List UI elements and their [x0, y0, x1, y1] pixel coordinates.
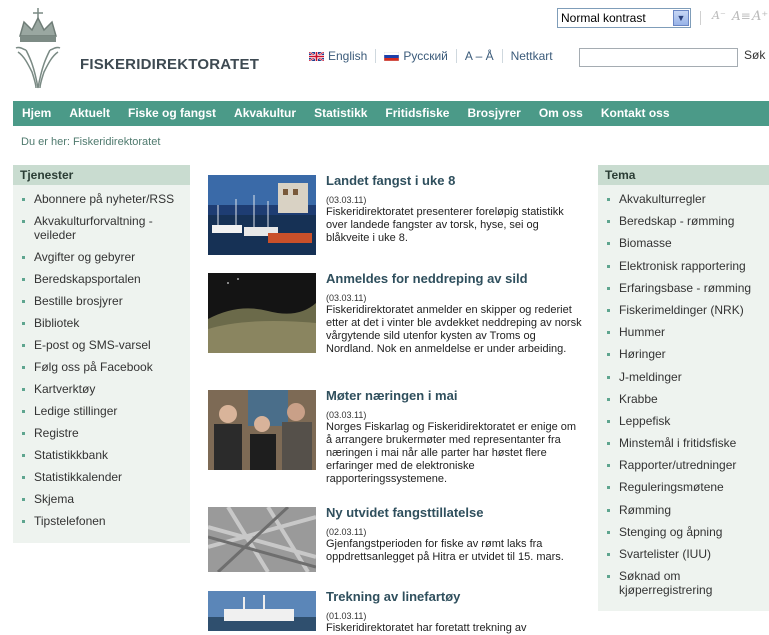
list-item[interactable]: Erfaringsbase - rømming	[598, 281, 769, 295]
list-item[interactable]: Søknad om	[598, 569, 769, 583]
list-item[interactable]: Reguleringsmøtene	[598, 480, 769, 494]
divider	[700, 11, 701, 25]
list-item[interactable]: Følg oss på Facebook	[13, 360, 190, 374]
top-links: English Русский A – Å Nettkart	[301, 49, 561, 63]
decrease-font-button[interactable]: A⁻	[712, 9, 726, 22]
news-item: Anmeldes for neddreping av sild (03.03.1…	[208, 271, 582, 383]
news-date: (02.03.11)	[326, 527, 367, 537]
news-body: Fiskeridirektoratet har foretatt treknin…	[326, 622, 527, 634]
news-title[interactable]: Ny utvidet fangsttillatelse	[326, 505, 483, 520]
news-title[interactable]: Møter næringen i mai	[326, 388, 457, 403]
search-input[interactable]	[579, 48, 738, 67]
list-item[interactable]: Minstemål i fritidsfiske	[598, 436, 769, 450]
list-item[interactable]: Registre	[13, 426, 190, 440]
news-date: (03.03.11)	[326, 195, 367, 205]
list-item[interactable]: J-meldinger	[598, 370, 769, 384]
normal-font-button[interactable]: A≡	[732, 9, 751, 23]
nav-item-hjem[interactable]: Hjem	[13, 101, 60, 126]
list-item[interactable]: Rømming	[598, 503, 769, 517]
news-image-harbor[interactable]	[208, 175, 316, 255]
news-item: Landet fangst i uke 8 (03.03.11) Fiskeri…	[208, 173, 578, 265]
list-item[interactable]: Statistikkbank	[13, 448, 190, 462]
russian-label: Русский	[403, 49, 448, 63]
news-image-people[interactable]	[208, 390, 316, 470]
uk-flag-icon	[309, 52, 324, 62]
tema-heading: Tema	[598, 165, 769, 185]
english-link[interactable]: English	[301, 49, 377, 63]
russian-link[interactable]: Русский	[376, 49, 457, 63]
list-item[interactable]: Akvakulturregler	[598, 192, 769, 206]
tjenester-heading: Tjenester	[13, 165, 190, 185]
breadcrumb: Du er her: Fiskeridirektoratet	[21, 136, 161, 148]
search-button[interactable]: Søk	[744, 48, 765, 62]
news-title[interactable]: Trekning av linefartøy	[326, 589, 460, 604]
list-item[interactable]: Bibliotek	[13, 316, 190, 330]
nav-item-kontakt-oss[interactable]: Kontakt oss	[592, 101, 679, 126]
news-date: (03.03.11)	[326, 410, 367, 420]
list-item-continued[interactable]: veileder	[13, 228, 190, 242]
list-item[interactable]: Statistikkalender	[13, 470, 190, 484]
news-body: Fiskeridirektoratet presenterer foreløpi…	[326, 206, 564, 244]
list-item[interactable]: Stenging og åpning	[598, 525, 769, 539]
list-item[interactable]: Skjema	[13, 492, 190, 506]
english-label: English	[328, 49, 368, 63]
news-date: (01.03.11)	[326, 611, 367, 621]
logo[interactable]: FISKERIDIREKTORATET	[10, 6, 259, 90]
nav-item-brosjyrer[interactable]: Brosjyrer	[458, 101, 529, 126]
list-item[interactable]: Høringer	[598, 347, 769, 361]
news-item: Møter næringen i mai (03.03.11) Norges F…	[208, 388, 578, 500]
list-item[interactable]: Beredskap - rømming	[598, 214, 769, 228]
nav-item-akvakultur[interactable]: Akvakultur	[225, 101, 305, 126]
list-item[interactable]: Akvakulturforvaltning -	[13, 214, 190, 228]
nav-item-fiske-og-fangst[interactable]: Fiske og fangst	[119, 101, 225, 126]
list-item[interactable]: Biomasse	[598, 236, 769, 250]
list-item[interactable]: Abonnere på nyheter/RSS	[13, 192, 190, 206]
main-nav: Hjem Aktuelt Fiske og fangst Akvakultur …	[13, 101, 769, 126]
news-image-vessel[interactable]	[208, 591, 316, 631]
russia-flag-icon	[384, 52, 400, 62]
news-image-herring[interactable]	[208, 273, 316, 353]
list-item[interactable]: Svartelister (IUU)	[598, 547, 769, 561]
news-title[interactable]: Anmeldes for neddreping av sild	[326, 271, 528, 286]
news-body: Fiskeridirektoratet anmelder en skipper …	[326, 304, 582, 355]
list-item[interactable]: Fiskerimeldinger (NRK)	[598, 303, 769, 317]
list-item[interactable]: E-post og SMS-varsel	[13, 338, 190, 352]
list-item[interactable]: Kartverktøy	[13, 382, 190, 396]
nav-item-aktuelt[interactable]: Aktuelt	[60, 101, 119, 126]
list-item[interactable]: Leppefisk	[598, 414, 769, 428]
crown-fish-emblem-icon	[15, 8, 61, 89]
list-item[interactable]: Ledige stillinger	[13, 404, 190, 418]
increase-font-button[interactable]: A⁺	[752, 9, 768, 24]
list-item[interactable]: Tipstelefonen	[13, 514, 190, 528]
news-body: Gjenfangstperioden for fiske av rømt lak…	[326, 538, 564, 563]
list-item[interactable]: Beredskapsportalen	[13, 272, 190, 286]
contrast-select-value: Normal kontrast	[561, 11, 646, 25]
news-title[interactable]: Landet fangst i uke 8	[326, 173, 455, 188]
list-item[interactable]: Avgifter og gebyrer	[13, 250, 190, 264]
news-item: Ny utvidet fangsttillatelse (02.03.11) G…	[208, 505, 578, 577]
sitemap-link[interactable]: Nettkart	[503, 49, 561, 63]
chevron-down-icon[interactable]: ▼	[673, 10, 689, 26]
nav-item-om-oss[interactable]: Om oss	[530, 101, 592, 126]
news-date: (03.03.11)	[326, 293, 367, 303]
list-item[interactable]: Hummer	[598, 325, 769, 339]
nav-item-statistikk[interactable]: Statistikk	[305, 101, 376, 126]
list-item[interactable]: Elektronisk rapportering	[598, 259, 769, 273]
tema-box: Tema Akvakulturregler Beredskap - rømming…	[598, 165, 769, 611]
news-item: Trekning av linefartøy (01.03.11) Fisker…	[208, 589, 578, 634]
tjenester-box: Tjenester Abonnere på nyheter/RSS Akvaku…	[13, 165, 190, 543]
contrast-select[interactable]: Normal kontrast ▼	[557, 8, 691, 28]
list-item[interactable]: Rapporter/utredninger	[598, 458, 769, 472]
news-image-net[interactable]	[208, 507, 316, 572]
list-item[interactable]: Bestille brosjyrer	[13, 294, 190, 308]
news-body: Norges Fiskarlag og Fiskeridirektoratet …	[326, 421, 577, 485]
logo-text: FISKERIDIREKTORATET	[80, 56, 260, 73]
list-item[interactable]: Krabbe	[598, 392, 769, 406]
a-to-aa-link[interactable]: A – Å	[457, 49, 503, 63]
nav-item-fritidsfiske[interactable]: Fritidsfiske	[376, 101, 458, 126]
list-item-continued[interactable]: kjøperregistrering	[598, 583, 769, 597]
